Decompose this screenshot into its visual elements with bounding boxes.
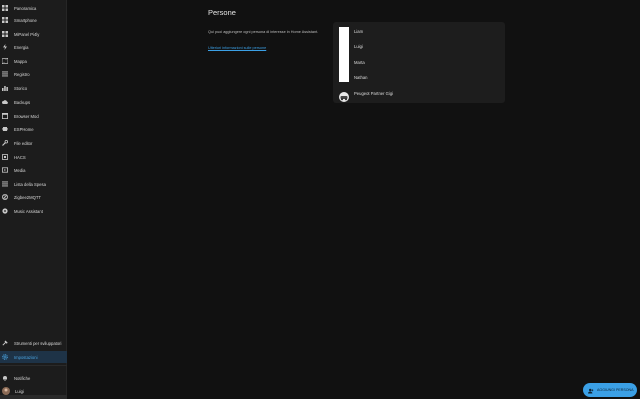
sidebar-item-devtools[interactable]: Strumenti per sviluppatori	[0, 337, 67, 349]
sidebar-item-label: Zigbee2MQTT	[14, 194, 41, 200]
grid-icon	[2, 31, 8, 37]
avatar	[2, 387, 10, 395]
sidebar-item-music-assistant[interactable]: Music Assistant	[0, 205, 67, 217]
person-name: Nathan	[354, 75, 368, 80]
music-icon	[2, 208, 8, 214]
wrench-icon	[2, 140, 8, 146]
status-strip	[0, 395, 67, 399]
sidebar-item-label: Music Assistant	[14, 208, 43, 214]
sidebar: Panoramica Smartphone MiPanel Pi4ly Ener…	[0, 0, 67, 399]
sidebar-item-file-editor[interactable]: File editor	[0, 137, 67, 149]
avatar-placeholder	[339, 27, 349, 82]
sidebar-item-hacs[interactable]: HACS	[0, 151, 67, 163]
bolt-icon	[2, 44, 8, 50]
sidebar-item-browser-mod[interactable]: Browser Mod	[0, 110, 67, 122]
grid-icon	[2, 17, 8, 23]
sidebar-item-label: Smartphone	[14, 17, 37, 23]
learn-more-link[interactable]: Ulteriori informazioni sulle persone	[208, 46, 266, 50]
account-plus-icon	[588, 381, 594, 399]
chart-icon	[2, 85, 8, 91]
browser-icon	[2, 113, 8, 119]
person-row[interactable]: Marta	[333, 55, 505, 70]
sidebar-item-label: MiPanel Pi4ly	[14, 31, 40, 37]
sidebar-item-label: Notifiche	[14, 375, 31, 381]
people-card: Liam Luigi Marta Nathan Peugeot Partner …	[333, 22, 505, 103]
sidebar-item-label: ESPHome	[14, 126, 34, 132]
sidebar-item-label: Backups	[14, 99, 31, 105]
sidebar-item-storico[interactable]: Storico	[0, 82, 67, 94]
sidebar-item-impostazioni[interactable]: Impostazioni	[0, 351, 67, 363]
sidebar-item-mappa[interactable]: Mappa	[0, 55, 67, 67]
sidebar-item-label: Registro	[14, 71, 30, 77]
sidebar-item-label: Lista della Spesa	[14, 181, 46, 187]
person-name: Luigi	[354, 44, 363, 49]
page-description: Qui puoi aggiungere ogni persona di inte…	[208, 30, 319, 34]
person-row[interactable]: Peugeot Partner Gigi	[333, 86, 505, 102]
sidebar-item-backups[interactable]: Backups	[0, 96, 67, 108]
list-icon	[2, 71, 8, 77]
avatar	[339, 89, 349, 102]
map-icon	[2, 58, 8, 64]
zigbee-icon	[2, 194, 8, 200]
sidebar-divider	[0, 365, 67, 366]
sidebar-item-label: Panoramica	[14, 5, 37, 11]
grid-icon	[2, 5, 8, 11]
person-name: Marta	[354, 60, 365, 65]
sidebar-item-panoramica[interactable]: Panoramica	[0, 2, 67, 14]
sidebar-item-label: Browser Mod	[14, 113, 39, 119]
sidebar-item-smartphone[interactable]: Smartphone	[0, 14, 67, 26]
cloud-icon	[2, 99, 8, 105]
bell-icon	[2, 375, 8, 381]
gear-icon	[2, 354, 8, 360]
sidebar-item-esphome[interactable]: ESPHome	[0, 123, 67, 135]
sidebar-item-label: File editor	[14, 140, 33, 146]
sidebar-item-label: Strumenti per sviluppatori	[14, 340, 62, 346]
person-name: Peugeot Partner Gigi	[354, 91, 394, 96]
list-icon	[2, 181, 8, 187]
hammer-icon	[2, 340, 8, 346]
sidebar-item-zigbee2mqtt[interactable]: Zigbee2MQTT	[0, 191, 67, 203]
sidebar-item-label: Media	[14, 167, 26, 173]
chip-icon	[2, 126, 8, 132]
sidebar-item-label: Energia	[14, 44, 29, 50]
person-row[interactable]: Liam	[333, 24, 505, 39]
sidebar-item-lista-spesa[interactable]: Lista della Spesa	[0, 178, 67, 190]
page-title: Persone	[208, 8, 236, 17]
hacs-icon	[2, 154, 8, 160]
sidebar-item-label: Storico	[14, 85, 28, 91]
sidebar-item-mipanel[interactable]: MiPanel Pi4ly	[0, 28, 67, 40]
sidebar-item-label: Impostazioni	[14, 354, 38, 360]
sidebar-item-media[interactable]: Media	[0, 164, 67, 176]
sidebar-item-energia[interactable]: Energia	[0, 41, 67, 53]
add-person-label: AGGIUNGI PERSONA	[597, 388, 634, 392]
sidebar-item-registro[interactable]: Registro	[0, 68, 67, 80]
sidebar-item-label: Mappa	[14, 58, 27, 64]
person-row[interactable]: Nathan	[333, 70, 505, 85]
sidebar-item-label: HACS	[14, 154, 26, 160]
person-name: Liam	[354, 29, 364, 34]
sidebar-item-notifiche[interactable]: Notifiche	[0, 372, 67, 384]
person-row[interactable]: Luigi	[333, 39, 505, 54]
media-icon	[2, 167, 8, 173]
add-person-button[interactable]: AGGIUNGI PERSONA	[583, 383, 637, 397]
sidebar-item-label: Luigi	[15, 388, 24, 394]
